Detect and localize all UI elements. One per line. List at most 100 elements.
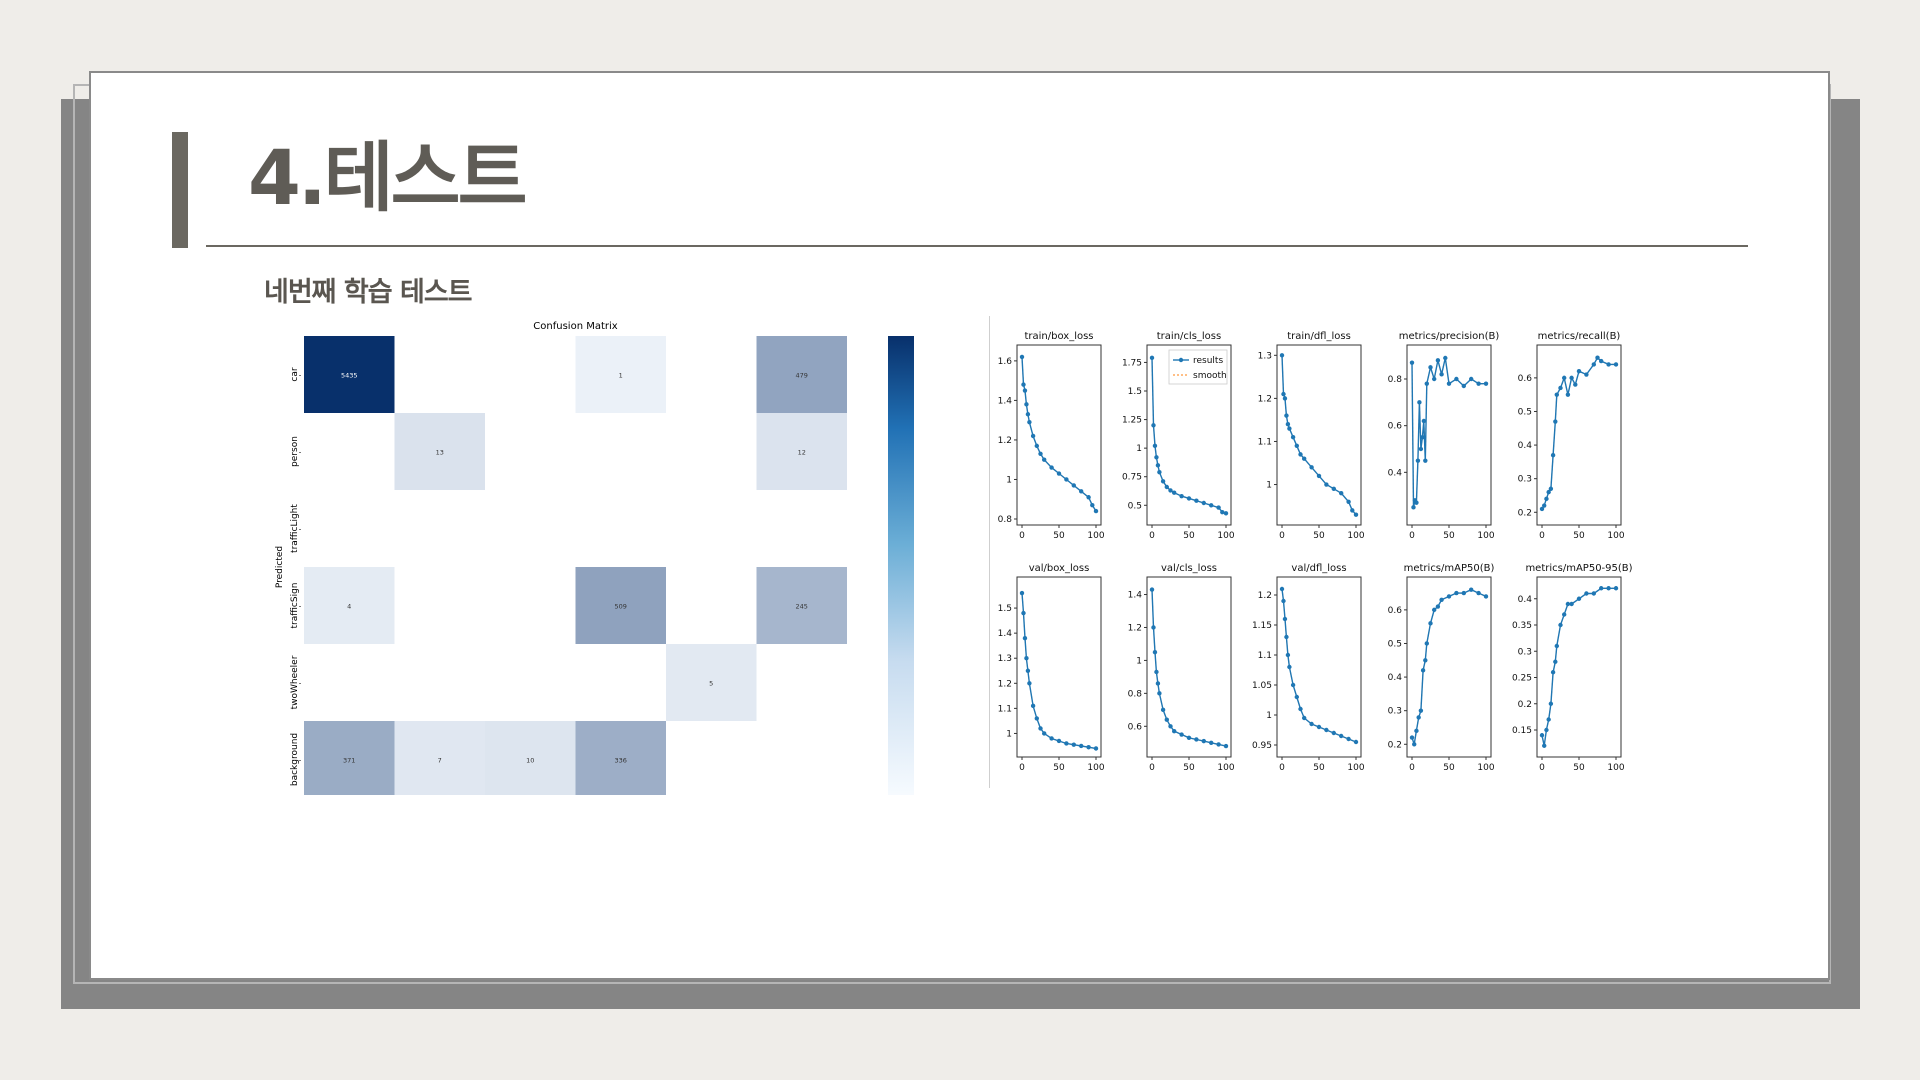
data-point — [1151, 625, 1156, 630]
data-point — [1172, 729, 1177, 734]
data-point — [1546, 717, 1551, 722]
cm-row-tick: - — [299, 680, 302, 688]
data-point — [1331, 486, 1336, 492]
subplot-title: val/box_loss — [1029, 563, 1090, 574]
y-tick-label: 1.05 — [1252, 681, 1272, 691]
subplot-frame — [1406, 344, 1492, 526]
data-point — [1599, 586, 1604, 591]
cm-cell-value: 7 — [438, 757, 442, 765]
cm-cell-value: 4 — [347, 603, 351, 611]
data-point — [1025, 412, 1031, 417]
y-tick-label: 1.2 — [1128, 623, 1142, 633]
data-point — [1414, 500, 1419, 505]
y-tick-label: 0.6 — [1518, 374, 1533, 384]
data-point — [1569, 375, 1574, 381]
x-tick-label: 100 — [1087, 531, 1104, 541]
y-tick-label: 0.35 — [1512, 621, 1532, 631]
x-tick-label: 50 — [1573, 763, 1585, 773]
data-point — [1409, 735, 1415, 740]
y-tick-label: 1.4 — [998, 396, 1013, 406]
data-point — [1548, 486, 1554, 491]
data-point — [1209, 740, 1214, 745]
data-point — [1576, 368, 1582, 374]
data-point — [1019, 590, 1025, 596]
data-point — [1606, 362, 1611, 367]
data-point — [1606, 586, 1611, 591]
data-point — [1418, 446, 1424, 452]
y-tick-label: 0.25 — [1512, 674, 1532, 684]
data-point — [1573, 382, 1578, 387]
data-point — [1281, 391, 1286, 397]
data-point — [1025, 668, 1031, 673]
data-point — [1287, 426, 1292, 431]
cm-row-tick: - — [299, 449, 302, 457]
slide-title: 4.테스트 — [248, 133, 528, 222]
subplot-title: metrics/recall(B) — [1538, 331, 1621, 342]
cm-cell-value: 371 — [343, 757, 355, 765]
y-tick-label: 1 — [1266, 711, 1272, 721]
y-tick-label: 0.2 — [1518, 700, 1532, 710]
data-point — [1439, 372, 1444, 377]
data-point — [1424, 641, 1429, 646]
x-tick-label: 0 — [1409, 531, 1415, 541]
data-point — [1279, 353, 1285, 358]
subplot-frame — [1406, 576, 1492, 758]
y-tick-label: 1.1 — [1258, 651, 1272, 661]
data-point — [1446, 381, 1452, 386]
y-tick-label: 0.8 — [998, 515, 1013, 525]
data-point — [1154, 669, 1159, 675]
data-point — [1216, 505, 1221, 510]
subplot-title: val/cls_loss — [1161, 563, 1217, 574]
data-point — [1298, 706, 1303, 712]
data-point — [1154, 455, 1159, 460]
data-point — [1030, 433, 1036, 439]
x-tick-label: 0 — [1149, 531, 1155, 541]
data-point — [1309, 465, 1314, 470]
data-point — [1194, 498, 1199, 503]
x-tick-label: 100 — [1607, 763, 1624, 773]
x-tick-label: 100 — [1607, 531, 1624, 541]
data-point — [1469, 376, 1474, 382]
y-tick-label: 1.4 — [998, 629, 1013, 639]
data-point — [1554, 392, 1559, 397]
data-point — [1179, 493, 1184, 499]
data-point — [1284, 634, 1289, 640]
subplot-title: val/dfl_loss — [1291, 563, 1346, 574]
data-point — [1412, 742, 1417, 747]
data-point — [1164, 717, 1169, 722]
data-point — [1030, 703, 1036, 709]
x-tick-label: 50 — [1053, 531, 1065, 541]
y-tick-label: 0.5 — [1518, 407, 1532, 417]
cm-colorbar — [888, 336, 914, 795]
data-point — [1591, 591, 1596, 596]
x-tick-label: 50 — [1443, 531, 1455, 541]
x-tick-label: 50 — [1573, 531, 1585, 541]
data-point — [1439, 597, 1444, 602]
x-tick-label: 100 — [1477, 763, 1494, 773]
legend-results-label: results — [1193, 356, 1223, 366]
data-point — [1034, 443, 1039, 449]
results-subplot: val/dfl_loss 0.95 1 1.05 1.1 1.15 1.2 0 50 100 — [1252, 563, 1365, 773]
data-point — [1179, 732, 1184, 737]
data-point — [1454, 376, 1459, 382]
data-point — [1553, 419, 1558, 424]
y-tick-label: 1 — [1006, 729, 1012, 739]
data-point — [1155, 463, 1161, 468]
y-tick-label: 0.6 — [1388, 606, 1403, 616]
data-point — [1420, 668, 1426, 673]
cm-row-tick: - — [299, 526, 302, 534]
results-subplot: metrics/precision(B) 0.4 0.6 0.8 0 50 100 — [1388, 331, 1500, 541]
data-point — [1282, 396, 1288, 401]
x-tick-label: 0 — [1539, 763, 1545, 773]
y-tick-label: 0.4 — [1518, 441, 1533, 451]
subplot-frame — [1276, 344, 1362, 526]
x-tick-label: 50 — [1313, 531, 1325, 541]
cm-row-tick: - — [299, 372, 302, 380]
data-point — [1038, 726, 1043, 731]
title-accent-bar — [172, 132, 188, 248]
x-tick-label: 50 — [1183, 763, 1195, 773]
data-point — [1027, 681, 1032, 686]
y-tick-label: 1.1 — [998, 704, 1012, 714]
data-point — [1298, 452, 1303, 457]
data-point — [1331, 730, 1336, 736]
